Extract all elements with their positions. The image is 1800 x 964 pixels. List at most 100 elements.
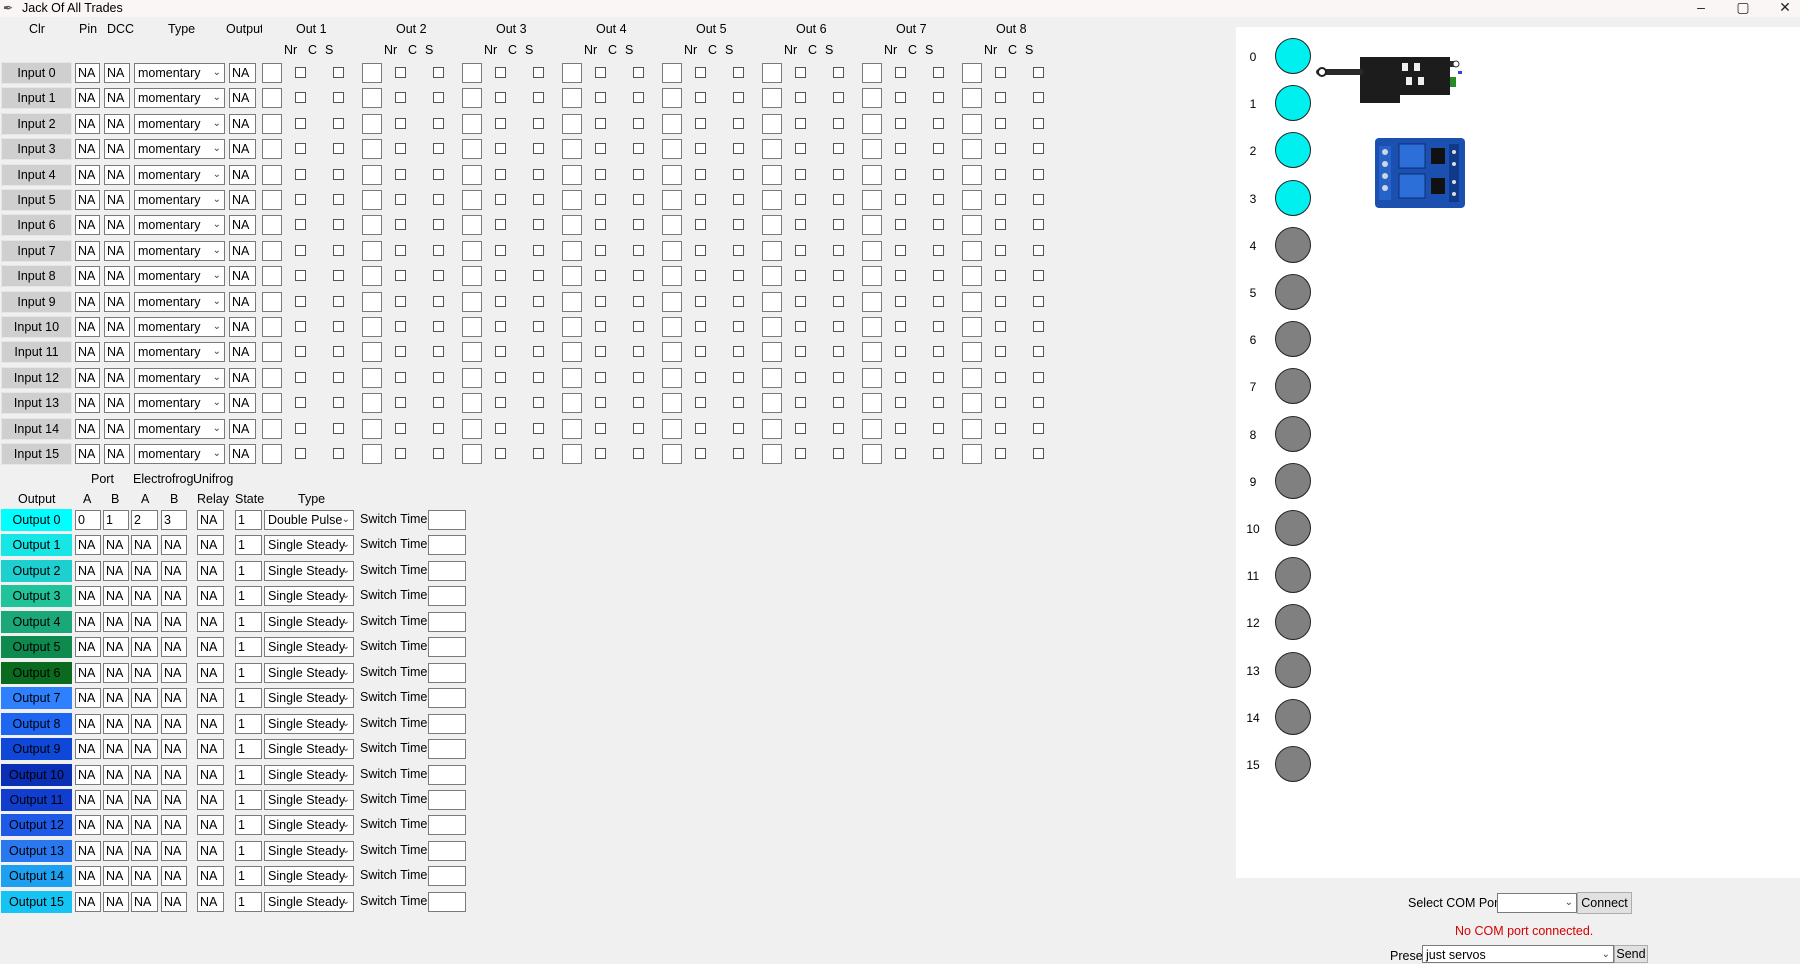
input-8-out-7-nr-field[interactable]	[862, 266, 882, 287]
input-9-out-2-nr-field[interactable]	[362, 291, 382, 312]
input-15-out-7-s-checkbox[interactable]	[933, 448, 944, 459]
input-14-out-3-nr-field[interactable]	[462, 418, 482, 439]
input-11-output-field[interactable]: NA	[229, 342, 256, 363]
input-1-out-3-c-checkbox[interactable]	[495, 92, 506, 104]
input-14-out-5-s-checkbox[interactable]	[733, 422, 744, 434]
input-3-out-5-nr-field[interactable]	[662, 139, 682, 160]
send-button[interactable]: Send	[1614, 945, 1648, 963]
input-1-out-7-c-checkbox[interactable]	[895, 92, 906, 104]
output-10-ea-field[interactable]: NA	[131, 764, 158, 785]
input-9-out-3-c-checkbox[interactable]	[495, 295, 506, 307]
output-15-switch-time-field[interactable]	[428, 891, 466, 912]
input-13-out-2-nr-field[interactable]	[362, 393, 382, 414]
input-10-out-1-s-checkbox[interactable]	[333, 321, 344, 332]
output-1-state-field[interactable]: 1	[235, 535, 262, 556]
input-9-out-6-nr-field[interactable]	[762, 291, 782, 312]
input-1-out-6-nr-field[interactable]	[762, 88, 782, 109]
input-10-out-8-c-checkbox[interactable]	[995, 321, 1006, 332]
input-3-out-8-nr-field[interactable]	[962, 139, 982, 160]
input-13-dcc-field[interactable]: NA	[104, 393, 130, 414]
input-6-dcc-field[interactable]: NA	[104, 215, 130, 236]
input-2-out-5-nr-field[interactable]	[662, 113, 682, 134]
input-12-out-6-nr-field[interactable]	[762, 367, 782, 388]
input-2-out-1-c-checkbox[interactable]	[295, 117, 306, 129]
input-4-out-6-c-checkbox[interactable]	[795, 168, 806, 180]
input-7-out-5-c-checkbox[interactable]	[695, 244, 706, 256]
input-14-type-select[interactable]: momentary ⌄	[134, 418, 225, 439]
input-10-out-4-s-checkbox[interactable]	[633, 321, 644, 332]
input-1-out-1-c-checkbox[interactable]	[295, 92, 306, 104]
clear-input-6-button[interactable]: Input 6	[1, 214, 72, 237]
input-9-pin-field[interactable]: NA	[75, 291, 100, 312]
input-12-out-3-s-checkbox[interactable]	[533, 371, 544, 383]
input-3-out-5-s-checkbox[interactable]	[733, 143, 744, 155]
input-11-out-5-c-checkbox[interactable]	[695, 346, 706, 358]
output-9-type-select[interactable]: Single Steady ⌄	[264, 739, 354, 760]
output-6-eb-field[interactable]: NA	[161, 662, 187, 683]
output-11-pb-field[interactable]: NA	[103, 789, 129, 810]
input-6-out-6-nr-field[interactable]	[762, 215, 782, 236]
input-10-out-3-c-checkbox[interactable]	[495, 321, 506, 332]
input-8-out-5-s-checkbox[interactable]	[733, 270, 744, 282]
input-8-out-6-nr-field[interactable]	[762, 266, 782, 287]
input-15-out-5-nr-field[interactable]	[662, 444, 682, 464]
input-5-out-3-s-checkbox[interactable]	[533, 194, 544, 205]
input-1-out-4-c-checkbox[interactable]	[595, 92, 606, 104]
input-14-pin-field[interactable]: NA	[75, 418, 100, 439]
input-8-out-2-s-checkbox[interactable]	[433, 270, 444, 282]
input-4-output-field[interactable]: NA	[229, 164, 256, 185]
input-2-out-3-s-checkbox[interactable]	[533, 117, 544, 129]
input-15-out-5-s-checkbox[interactable]	[733, 448, 744, 459]
output-9-state-field[interactable]: 1	[235, 739, 262, 760]
input-7-out-6-s-checkbox[interactable]	[833, 244, 844, 256]
input-4-out-2-c-checkbox[interactable]	[395, 168, 406, 180]
output-2-type-select[interactable]: Single Steady ⌄	[264, 560, 354, 581]
clear-input-3-button[interactable]: Input 3	[1, 138, 72, 161]
input-10-out-2-c-checkbox[interactable]	[395, 321, 406, 332]
output-8-state-field[interactable]: 1	[235, 713, 262, 734]
input-15-dcc-field[interactable]: NA	[104, 444, 130, 464]
input-11-out-1-c-checkbox[interactable]	[295, 346, 306, 358]
output-1-relay-field[interactable]: NA	[197, 535, 224, 556]
clear-output-7-button[interactable]: Output 7	[1, 687, 72, 710]
output-6-pb-field[interactable]: NA	[103, 662, 129, 683]
input-4-out-6-nr-field[interactable]	[762, 164, 782, 185]
input-15-out-3-c-checkbox[interactable]	[495, 448, 506, 459]
input-14-output-field[interactable]: NA	[229, 418, 256, 439]
input-2-out-8-nr-field[interactable]	[962, 113, 982, 134]
preset-select[interactable]: just servos ⌄	[1422, 945, 1614, 963]
input-5-out-7-s-checkbox[interactable]	[933, 194, 944, 205]
output-5-pa-field[interactable]: NA	[75, 637, 101, 658]
output-1-switch-time-field[interactable]	[428, 535, 466, 556]
output-11-pa-field[interactable]: NA	[75, 789, 101, 810]
input-7-out-1-s-checkbox[interactable]	[333, 244, 344, 256]
output-15-relay-field[interactable]: NA	[197, 891, 224, 912]
input-10-out-2-nr-field[interactable]	[362, 317, 382, 337]
input-15-output-field[interactable]: NA	[229, 444, 256, 464]
input-6-out-8-s-checkbox[interactable]	[1033, 219, 1044, 231]
input-7-out-1-c-checkbox[interactable]	[295, 244, 306, 256]
clear-input-4-button[interactable]: Input 4	[1, 163, 72, 186]
output-4-pb-field[interactable]: NA	[103, 611, 129, 632]
input-15-out-6-nr-field[interactable]	[762, 444, 782, 464]
output-8-eb-field[interactable]: NA	[161, 713, 187, 734]
input-1-out-3-s-checkbox[interactable]	[533, 92, 544, 104]
input-11-out-7-c-checkbox[interactable]	[895, 346, 906, 358]
input-0-out-6-s-checkbox[interactable]	[833, 67, 844, 78]
input-15-out-5-c-checkbox[interactable]	[695, 448, 706, 459]
input-7-out-7-c-checkbox[interactable]	[895, 244, 906, 256]
output-15-type-select[interactable]: Single Steady ⌄	[264, 891, 354, 912]
input-9-output-field[interactable]: NA	[229, 291, 256, 312]
input-4-out-3-c-checkbox[interactable]	[495, 168, 506, 180]
output-14-state-field[interactable]: 1	[235, 866, 262, 887]
input-4-out-1-s-checkbox[interactable]	[333, 168, 344, 180]
output-5-state-field[interactable]: 1	[235, 637, 262, 658]
output-0-pa-field[interactable]: 0	[75, 510, 101, 530]
output-0-relay-field[interactable]: NA	[197, 510, 224, 530]
input-7-out-3-s-checkbox[interactable]	[533, 244, 544, 256]
input-8-out-7-s-checkbox[interactable]	[933, 270, 944, 282]
output-14-pb-field[interactable]: NA	[103, 866, 129, 887]
input-12-out-7-s-checkbox[interactable]	[933, 371, 944, 383]
output-9-pa-field[interactable]: NA	[75, 739, 101, 760]
input-8-out-8-nr-field[interactable]	[962, 266, 982, 287]
